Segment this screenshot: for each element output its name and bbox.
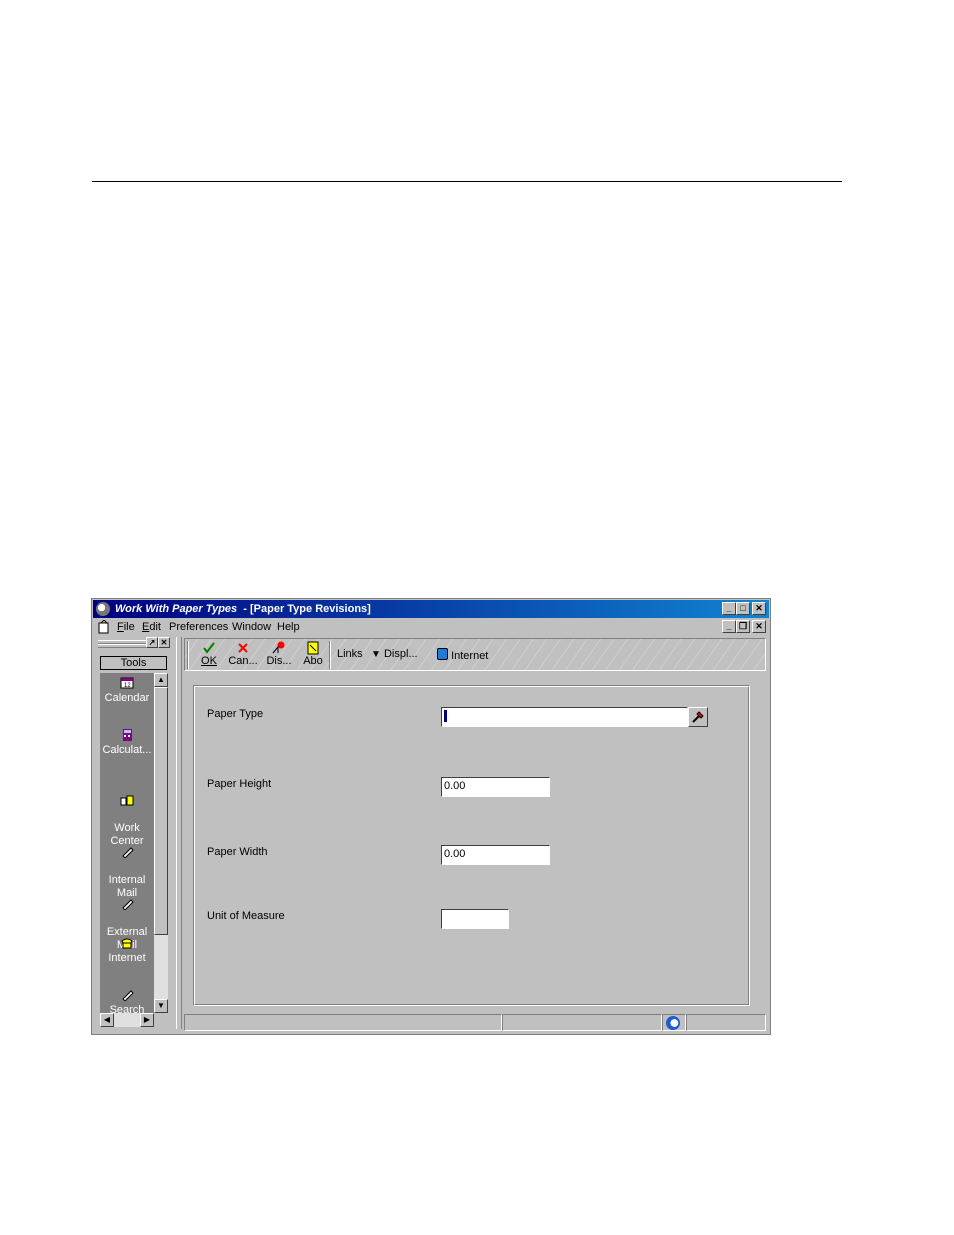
status-bar [184, 1014, 766, 1032]
window-title-form: - [Paper Type Revisions] [237, 603, 371, 615]
tool-search[interactable]: Search [100, 989, 154, 1013]
window-title: Work With Paper Types - [Paper Type Revi… [115, 603, 371, 615]
panel-splitter[interactable] [176, 637, 182, 1029]
tool-calculator[interactable]: Calculat... [100, 729, 154, 757]
tools-list: 12 Calendar Calculat... Work Center Inte… [100, 673, 154, 1013]
child-restore-button[interactable]: ❐ [736, 620, 750, 633]
paper-height-label: Paper Height [207, 778, 272, 790]
menu-edit[interactable]: Edit [142, 621, 161, 633]
tools-vertical-scrollbar[interactable]: ▲ ▼ [154, 673, 168, 1013]
toolbar-grip[interactable] [187, 641, 189, 669]
scroll-thumb[interactable] [154, 687, 168, 935]
tool-search-label: Search [109, 1004, 145, 1013]
unit-of-measure-field[interactable] [441, 909, 509, 929]
tools-header-button[interactable]: Tools [100, 656, 167, 670]
links-label: Links [337, 648, 363, 660]
display-errors-button[interactable]: Dis... [265, 641, 293, 667]
tool-internet[interactable]: Internet [100, 937, 154, 965]
form-toolbar: OK Can... Dis... Abo Links ▼ Displ... In… [184, 638, 766, 671]
text-caret [444, 710, 447, 723]
display-menu-label: Displ... [383, 648, 418, 660]
external-mail-icon [122, 899, 134, 910]
panel-float-button[interactable]: ↗ [146, 637, 158, 648]
app-globe-icon [96, 602, 110, 616]
maximize-button[interactable]: □ [736, 602, 750, 615]
calculator-icon [123, 729, 132, 741]
cancel-button[interactable]: Can... [228, 641, 258, 667]
minimize-button[interactable]: _ [722, 602, 736, 615]
calendar-icon: 12 [120, 677, 134, 689]
status-cell-1 [184, 1014, 502, 1031]
about-button[interactable]: Abo [300, 641, 326, 667]
tools-panel: ↗ ✕ Tools 12 Calendar Calculat... Work C… [96, 637, 170, 1029]
tool-calendar[interactable]: 12 Calendar [100, 677, 154, 705]
page-rule [92, 181, 842, 182]
status-cell-2 [502, 1014, 662, 1031]
child-minimize-button[interactable]: _ [722, 620, 736, 633]
tool-calendar-label: Calendar [104, 692, 150, 704]
display-errors-label: Dis... [266, 655, 292, 667]
panel-close-button[interactable]: ✕ [158, 637, 170, 648]
svg-text:12: 12 [124, 683, 131, 689]
paper-height-field[interactable]: 0.00 [441, 777, 550, 797]
status-globe-icon [666, 1016, 680, 1030]
child-close-button[interactable]: ✕ [752, 620, 766, 633]
internet-link-label: Internet [451, 650, 489, 662]
internet-link[interactable]: Internet [437, 648, 488, 662]
work-center-icon [120, 795, 134, 806]
scroll-left-button[interactable]: ◀ [100, 1013, 114, 1027]
tool-internet-label: Internet [108, 952, 146, 964]
form-area: Paper Type Paper Height 0.00 Paper Width… [193, 685, 750, 1006]
app-window: Work With Paper Types - [Paper Type Revi… [91, 598, 771, 1035]
internal-mail-icon [122, 847, 134, 858]
status-cell-3 [662, 1014, 686, 1031]
cancel-label: Can... [228, 655, 258, 667]
menu-help[interactable]: Help [277, 621, 300, 633]
unit-of-measure-label: Unit of Measure [207, 910, 285, 922]
paper-width-label: Paper Width [207, 846, 268, 858]
display-errors-icon [272, 641, 285, 654]
toolbar-separator [329, 641, 331, 669]
paper-width-field[interactable]: 0.00 [441, 845, 550, 865]
paper-type-field[interactable] [441, 707, 688, 727]
window-title-app: Work With Paper Types [115, 603, 238, 615]
dropdown-triangle-icon: ▼ [371, 649, 381, 660]
cancel-x-icon [238, 643, 248, 653]
tools-horizontal-scrollbar[interactable]: ◀ ▶ [100, 1013, 154, 1027]
links-menu[interactable]: Links [337, 648, 363, 660]
internet-icon [121, 938, 133, 949]
title-bar: Work With Paper Types - [Paper Type Revi… [93, 600, 769, 618]
tool-calculator-label: Calculat... [102, 744, 152, 756]
visual-assist-icon [692, 711, 704, 723]
internet-globe-icon [437, 648, 448, 660]
status-cell-4 [686, 1014, 766, 1031]
menu-file[interactable]: File [117, 621, 135, 633]
ok-button[interactable]: OK [197, 641, 221, 667]
visual-assist-button[interactable] [688, 707, 708, 727]
about-icon [307, 641, 319, 655]
scroll-up-button[interactable]: ▲ [154, 673, 168, 687]
checkmark-icon [203, 642, 215, 654]
panel-grip-2[interactable] [98, 644, 146, 648]
menu-bar: File Edit Preferences Window Help _ ❐ ✕ [93, 618, 769, 636]
document-icon[interactable] [97, 620, 111, 634]
close-button[interactable]: ✕ [752, 602, 766, 615]
scroll-down-button[interactable]: ▼ [154, 999, 168, 1013]
display-menu[interactable]: ▼ Displ... [371, 648, 418, 660]
paper-type-label: Paper Type [207, 708, 264, 720]
ok-label: OK [201, 655, 217, 667]
scroll-right-button[interactable]: ▶ [140, 1013, 154, 1027]
about-label: Abo [303, 655, 323, 667]
search-icon [122, 990, 134, 1001]
menu-preferences[interactable]: Preferences [169, 621, 228, 633]
menu-window[interactable]: Window [232, 621, 271, 633]
